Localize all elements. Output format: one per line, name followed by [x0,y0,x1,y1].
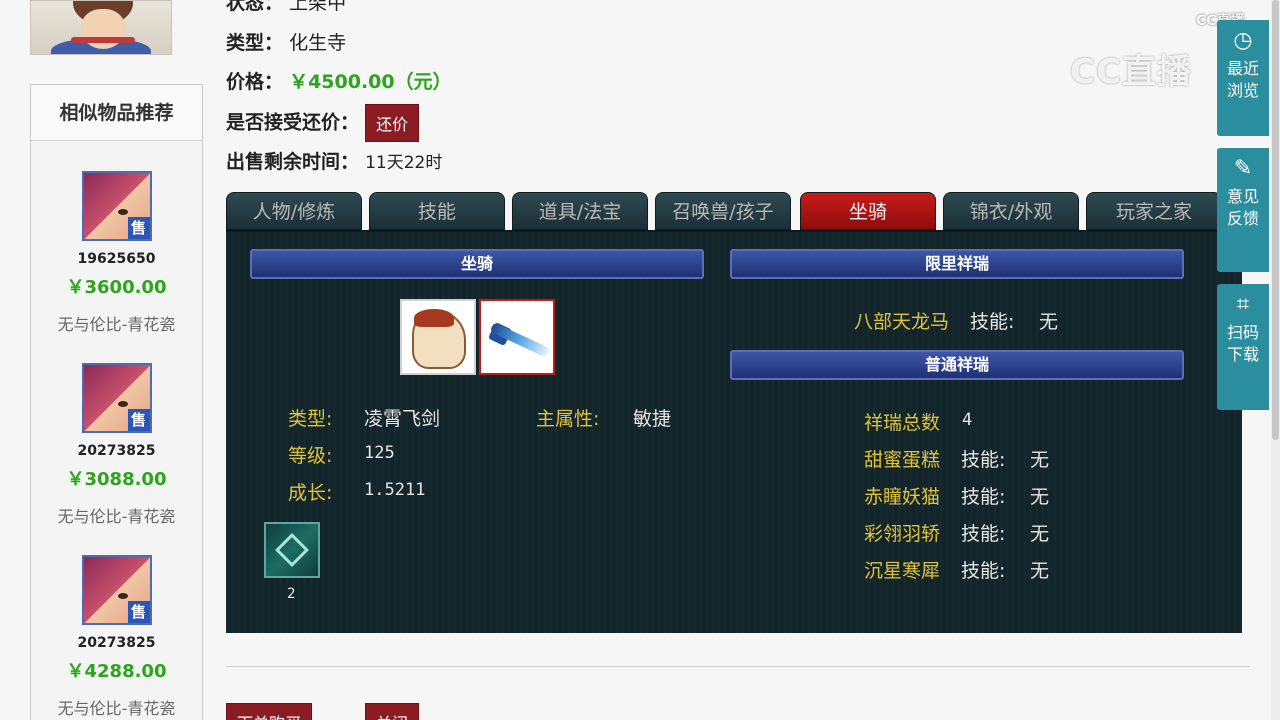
recent-views-label: 最近浏览 [1226,59,1259,100]
feedback-label: 意见反馈 [1226,187,1259,228]
mount-panel: 坐骑 限里祥瑞 类型: 凌霄飞剑 主属性: 敏捷 等级: 125 成长: 1.5… [226,230,1242,633]
normal-mount-name: 赤瞳妖猫 [864,486,941,508]
watermark-logo: CC直播 [1070,52,1192,92]
remaining-time-row: 出售剩余时间： 11天22时 [226,147,442,174]
tab-skills[interactable]: 技能 [369,192,505,230]
bargain-label: 是否接受还价： [226,111,360,134]
divider [226,666,1250,667]
similar-item[interactable]: 售 20273825 ￥3088.00 无与伦比-青花瓷 [31,363,202,527]
normal-mount-name: 沉星寒犀 [864,560,941,582]
type-value: 化生寺 [289,32,347,54]
mount-slot-horse[interactable] [400,299,476,375]
normal-skill-label: 技能: [961,449,1006,471]
tab-summons[interactable]: 召唤兽/孩子 [655,192,791,230]
item-thumbnail[interactable]: 售 [81,363,152,433]
normal-mount-name: 彩翎羽轿 [864,523,941,545]
close-button[interactable]: 关闭 [365,703,420,720]
limited-skill-label: 技能: [970,311,1015,333]
item-price: ￥3600.00 [66,277,167,298]
growth-value: 1.5211 [364,480,426,500]
normal-skill-label: 技能: [961,560,1006,582]
item-desc[interactable]: 无与伦比-青花瓷 [31,311,202,335]
growth-label: 成长: [288,482,333,504]
scan-download-label: 扫码下载 [1226,323,1259,364]
sale-tag: 售 [127,217,150,239]
tab-items[interactable]: 道具/法宝 [512,192,648,230]
buy-button[interactable]: 下单购买 [226,703,313,720]
normal-mount-name: 甜蜜蛋糕 [864,449,941,471]
similar-item[interactable]: 售 19625650 ￥3600.00 无与伦比-青花瓷 [31,171,202,335]
main-attr-label: 主属性: [536,408,600,430]
tab-outfit[interactable]: 锦衣/外观 [943,192,1079,230]
normal-skill-label: 技能: [961,486,1006,508]
type-label: 类型： [226,32,284,54]
normal-skill-label: 技能: [961,523,1006,545]
price-row: 价格： ￥4500.00（元） [226,67,452,94]
level-value: 125 [364,443,395,463]
item-id: 20273825 [77,635,156,651]
status-row: 状态： 上架中 [226,0,346,15]
bargain-button[interactable]: 还价 [365,104,420,142]
item-thumbnail[interactable]: 售 [81,555,152,625]
scan-download-button[interactable]: ⌗ 扫码下载 [1217,284,1269,410]
status-value: 上架中 [289,0,347,14]
item-thumbnail[interactable]: 售 [81,171,152,241]
item-price: ￥3088.00 [66,469,167,490]
character-portrait [30,0,172,55]
sale-tag: 售 [127,601,150,623]
limited-header: 限里祥瑞 [730,249,1184,279]
scan-icon: ⌗ [1236,292,1250,317]
remaining-label: 出售剩余时间： [226,151,360,173]
mount-type-value: 凌霄飞剑 [364,408,441,430]
sale-tag: 售 [127,409,150,431]
tab-character[interactable]: 人物/修炼 [226,192,362,230]
item-id: 20273825 [77,443,156,459]
normal-skill-value: 无 [1030,486,1050,508]
price-label: 价格： [226,71,284,93]
page-scrollbar[interactable] [1271,0,1280,720]
normal-skill-value: 无 [1030,523,1050,545]
clock-icon: ◷ [1233,28,1253,53]
item-price: ￥4288.00 [66,661,167,682]
item-desc[interactable]: 无与伦比-青花瓷 [31,695,202,719]
similar-items-sidebar: 相似物品推荐 售 19625650 ￥3600.00 无与伦比-青花瓷 售 20… [30,84,203,720]
item-id: 19625650 [77,251,156,267]
similar-item[interactable]: 售 20273825 ￥4288.00 无与伦比-青花瓷 [31,555,202,719]
type-row: 类型： 化生寺 [226,28,346,55]
skill-count: 2 [287,586,296,602]
level-label: 等级: [288,445,333,467]
normal-skill-value: 无 [1030,449,1050,471]
recent-views-button[interactable]: ◷ 最近浏览 [1217,20,1269,136]
item-desc[interactable]: 无与伦比-青花瓷 [31,503,202,527]
normal-total-label: 祥瑞总数 [864,412,941,434]
limited-skill-value: 无 [1039,311,1059,333]
status-label: 状态： [226,0,284,14]
mount-type-label: 类型: [288,408,333,430]
detail-tabs: 人物/修炼 技能 道具/法宝 召唤兽/孩子 坐骑 锦衣/外观 玩家之家 [226,192,1242,230]
feedback-button[interactable]: ✎ 意见反馈 [1217,148,1269,272]
main-attr-value: 敏捷 [633,408,672,430]
mount-slot-sword[interactable] [479,299,555,375]
remaining-value: 11天22时 [365,153,443,173]
mount-skill-icon[interactable] [264,522,320,578]
mount-header: 坐骑 [250,249,704,279]
limited-mount-name: 八部天龙马 [854,311,950,333]
tab-home[interactable]: 玩家之家 [1086,192,1222,230]
normal-header: 普通祥瑞 [730,350,1184,380]
tab-mount[interactable]: 坐骑 [800,192,936,230]
scrollbar-thumb[interactable] [1272,0,1279,440]
sidebar-title: 相似物品推荐 [31,85,202,141]
normal-total-value: 4 [962,410,973,430]
bargain-row: 是否接受还价： 还价 [226,104,420,142]
price-value: ￥4500.00（元） [289,71,452,93]
normal-skill-value: 无 [1030,560,1050,582]
edit-icon: ✎ [1233,156,1253,181]
